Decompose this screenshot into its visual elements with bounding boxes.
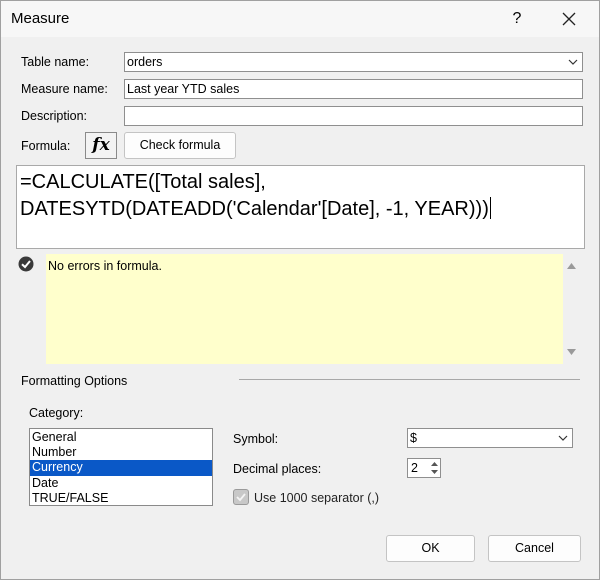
category-option-number[interactable]: Number [30,445,212,460]
category-label: Category: [29,406,84,420]
table-name-combobox[interactable]: orders [124,52,583,72]
formula-status-area: No errors in formula. [46,254,563,364]
scroll-down-icon[interactable] [567,349,576,355]
table-name-label: Table name: [21,55,90,69]
text-caret [489,197,491,219]
chevron-down-icon [558,435,568,441]
category-listbox[interactable]: General Number Currency Date TRUE/FALSE [29,428,213,506]
thousands-separator-checkbox[interactable] [233,489,249,505]
scroll-up-icon[interactable] [567,263,576,269]
title-bar: Measure ? [1,1,599,37]
formula-line-2: DATESYTD(DATEADD('Calendar'[Date], -1, Y… [20,198,489,220]
table-name-value: orders [127,55,163,69]
checkmark-icon [236,493,246,502]
symbol-value: $ [410,431,417,445]
category-option-date[interactable]: Date [30,476,212,491]
fx-icon: fx [92,135,110,155]
symbol-combobox[interactable]: $ [407,428,573,448]
decimal-places-spinner[interactable]: 2 [407,458,441,478]
formula-label: Formula: [21,139,71,153]
insert-function-button[interactable]: fx [85,132,117,159]
measure-dialog: Measure ? Table name: orders Measure nam… [0,0,600,580]
formula-status-message: No errors in formula. [48,259,162,273]
cancel-button[interactable]: Cancel [488,535,581,562]
symbol-label: Symbol: [233,432,279,446]
formula-editor[interactable]: =CALCULATE([Total sales], DATESYTD(DATEA… [16,165,585,249]
decimal-places-label: Decimal places: [233,462,322,476]
close-icon [562,12,576,26]
section-divider [239,379,580,380]
description-input[interactable] [124,106,583,126]
ok-button[interactable]: OK [386,535,475,562]
check-circle-icon [18,256,34,272]
close-button[interactable] [554,6,584,32]
check-formula-button[interactable]: Check formula [124,132,236,159]
description-label: Description: [21,109,87,123]
formula-line-1: =CALCULATE([Total sales], [20,171,266,193]
category-option-general[interactable]: General [30,430,212,445]
thousands-separator-label: Use 1000 separator (,) [254,491,380,505]
chevron-down-icon [568,59,578,65]
help-button[interactable]: ? [505,6,529,32]
formatting-options-heading: Formatting Options [21,374,128,388]
dialog-title: Measure [11,10,70,27]
category-option-true-false[interactable]: TRUE/FALSE [30,491,212,506]
spinner-arrows-icon[interactable] [430,460,439,476]
decimal-places-value: 2 [411,461,418,475]
category-option-currency[interactable]: Currency [30,460,212,476]
measure-name-value: Last year YTD sales [127,82,240,96]
measure-name-input[interactable]: Last year YTD sales [124,79,583,99]
measure-name-label: Measure name: [21,82,108,96]
